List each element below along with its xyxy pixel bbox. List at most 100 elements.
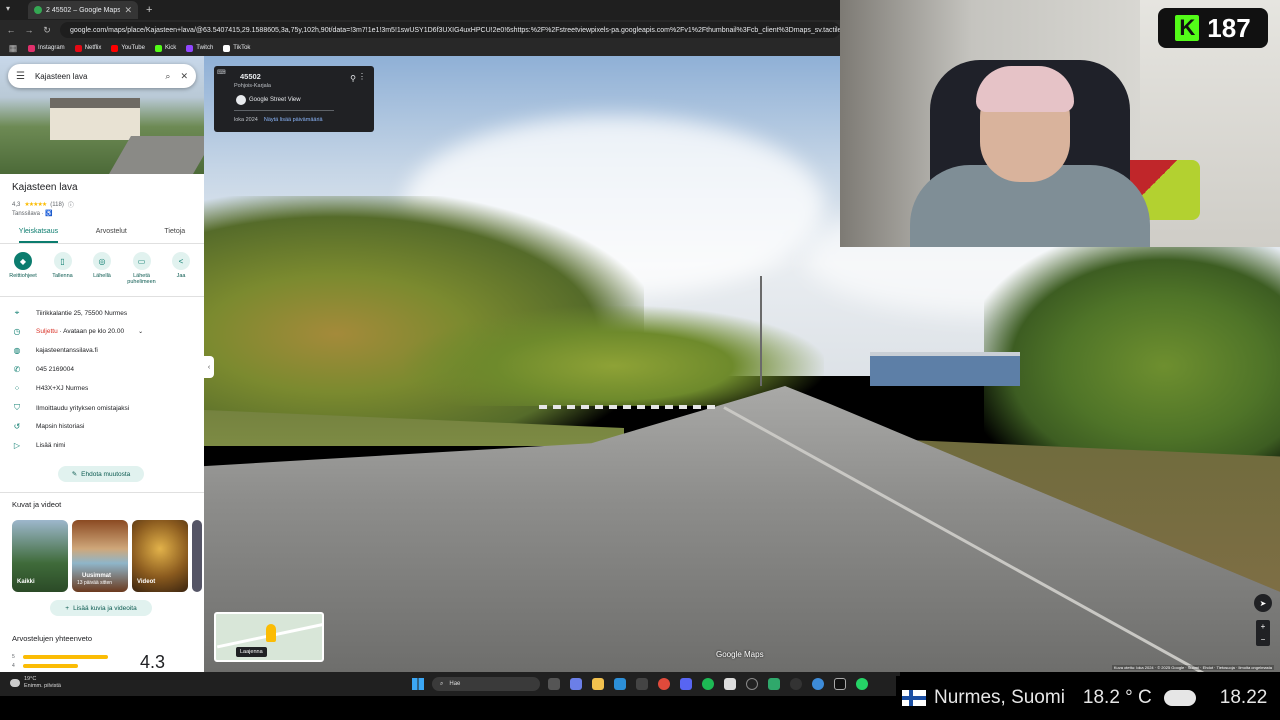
bookmark-youtube[interactable]: YouTube (111, 44, 145, 52)
bookmark-twitch[interactable]: Twitch (186, 44, 213, 52)
kick-icon (154, 44, 162, 52)
obs-icon[interactable] (790, 678, 802, 690)
bookmark-netflix[interactable]: Netflix (74, 44, 101, 52)
back-icon[interactable]: ← (6, 25, 16, 35)
add-photos-button[interactable]: + Lisää kuvia ja videoita (50, 600, 152, 616)
google-street-view-badge: Google Street View (236, 95, 301, 105)
info-icon[interactable]: ⓘ (68, 200, 74, 209)
info-phone[interactable]: ✆ 045 2169004 (12, 365, 74, 374)
more-dates-link[interactable]: Näytä lisää päivämääriä (264, 117, 323, 123)
bookmark-tiktok[interactable]: TikTok (223, 44, 250, 52)
street-view-info-card: ⌨ 45502 Pohjois-Karjala Google Street Vi… (214, 66, 374, 132)
reviews-summary-title: Arvostelujen yhteenveto (12, 634, 93, 643)
compass-icon[interactable]: ➤ (1254, 594, 1272, 612)
bookmark-kick[interactable]: Kick (154, 44, 176, 52)
collapse-panel-button[interactable]: ‹ (204, 356, 214, 378)
tab-reviews[interactable]: Arvostelut (96, 224, 127, 243)
close-icon[interactable]: ✕ (180, 71, 188, 82)
info-plus-code[interactable]: ⁘ H43X+XJ Nurmes (12, 384, 89, 393)
directions-button[interactable]: ◆ Reittiohjeet (6, 252, 40, 285)
photo-more[interactable] (192, 520, 202, 592)
history-icon: ↺ (13, 422, 21, 431)
search-input[interactable] (34, 71, 156, 81)
location-pin-icon[interactable]: ⚲ (350, 74, 356, 83)
nearby-button[interactable]: ◎ Lähellä (85, 252, 119, 285)
forward-icon[interactable]: → (24, 25, 34, 35)
weather-widget[interactable]: 19°C Enimm. pilvistä (10, 676, 61, 689)
tab-about[interactable]: Tietoja (164, 224, 185, 243)
phone-call-icon: ✆ (13, 365, 21, 374)
webcam-overlay: K 187 (840, 0, 1280, 247)
plus-code-icon: ⁘ (13, 384, 21, 393)
spotify-icon[interactable] (702, 678, 714, 690)
info-website[interactable]: ◍ kajasteentanssilava.fi (12, 346, 98, 355)
bookmark-instagram[interactable]: Instagram (28, 44, 65, 52)
minimap[interactable]: Laajenna (214, 612, 324, 662)
save-button[interactable]: ▯ Tallenna (46, 252, 80, 285)
tab-overview[interactable]: Yleiskatsaus (18, 224, 59, 243)
hero-road-image (109, 136, 204, 174)
app-icon[interactable] (724, 678, 736, 690)
twitch-icon (186, 44, 194, 52)
photo-latest[interactable]: Uusimmat 13 päivää sitten (72, 520, 128, 592)
capture-date: loka 2024 Näytä lisää päivämääriä (234, 117, 323, 123)
app-icon[interactable] (812, 678, 824, 690)
copilot-icon[interactable] (570, 678, 582, 690)
windows-start-icon[interactable] (412, 678, 424, 690)
app-icon[interactable] (768, 678, 780, 690)
more-options-icon[interactable]: ⋮ (358, 72, 366, 81)
bookmarks-bar: ▦ Instagram Netflix YouTube Kick Twitch … (0, 40, 840, 56)
send-to-phone-button[interactable]: ▭ Lähetä puhelimeen (125, 252, 159, 285)
photo-videos-label: Videot (137, 578, 156, 585)
info-maps-history[interactable]: ↺ Mapsin historiasi (12, 422, 85, 431)
new-tab-button[interactable]: + (146, 4, 152, 16)
zoom-in-button[interactable]: + (1261, 622, 1266, 631)
nearby-icon: ◎ (93, 252, 111, 270)
zoom-out-button[interactable]: − (1261, 635, 1266, 644)
task-view-icon[interactable] (548, 678, 560, 690)
blue-building (870, 352, 1020, 386)
info-hours[interactable]: ◷ Suljettu · Avataan pe klo 20.00 ⌄ (12, 327, 144, 336)
chevron-down-icon[interactable]: ⌄ (138, 328, 143, 335)
info-add-label[interactable]: ▷ Lisää nimi (12, 441, 65, 450)
taskbar-search[interactable]: ⌕ Hae (432, 677, 540, 691)
discord-icon[interactable] (680, 678, 692, 690)
rating-bar-5: 5 (12, 652, 108, 661)
menu-icon[interactable]: ☰ (16, 71, 25, 82)
share-button[interactable]: < Jaa (164, 252, 198, 285)
bookmark-icon: ▯ (53, 252, 72, 270)
chrome-icon[interactable] (658, 678, 670, 690)
place-category: Tanssilava · ♿ (12, 211, 53, 217)
reload-icon[interactable]: ↻ (42, 25, 52, 36)
review-count[interactable]: (118) (50, 202, 64, 208)
suggest-edit-button[interactable]: ✎ Ehdota muutosta (58, 466, 144, 482)
file-explorer-icon[interactable] (592, 678, 604, 690)
info-claim-business[interactable]: ⛉ Ilmoittaudu yrityksen omistajaksi (12, 403, 129, 413)
photo-videos[interactable]: Videot (132, 520, 188, 592)
weather-desc: Enimm. pilvistä (24, 682, 61, 689)
app-icon[interactable] (636, 678, 648, 690)
divider (0, 296, 204, 297)
finland-flag-icon (902, 690, 926, 706)
url-field[interactable]: google.com/maps/place/Kajasteen+lava/@63… (60, 22, 840, 38)
browser-tab-google-maps[interactable]: 2 45502 – Google Maps ✕ (28, 1, 138, 19)
tab-search-icon[interactable]: ▾ (6, 4, 18, 16)
rating-bar-4: 4 (12, 661, 108, 670)
google-maps-logo: Google Maps (716, 650, 764, 659)
close-tab-icon[interactable]: ✕ (124, 5, 132, 16)
apps-grid-icon[interactable]: ▦ (8, 43, 18, 54)
whatsapp-icon[interactable] (856, 678, 868, 690)
browser-tab-bar: ▾ 2 45502 – Google Maps ✕ + (0, 0, 840, 20)
app-icon[interactable] (746, 678, 758, 690)
edge-icon[interactable] (614, 678, 626, 690)
keyboard-icon[interactable]: ⌨ (217, 69, 226, 76)
search-icon[interactable]: ⌕ (165, 71, 170, 82)
place-panel: ☰ ⌕ ✕ Kajasteen lava 4,3 ★★★★★ (118) ⓘ T… (0, 56, 204, 672)
app-icon[interactable] (834, 678, 846, 690)
photo-all[interactable]: Kaikki (12, 520, 68, 592)
streamer-hair (976, 66, 1074, 112)
info-address[interactable]: ⌖ Tiirikkalantie 25, 75500 Nurmes (12, 308, 127, 318)
location-pin-icon: ⌖ (14, 308, 20, 317)
maps-favicon-icon (34, 6, 42, 14)
expand-minimap-button[interactable]: Laajenna (236, 647, 267, 657)
